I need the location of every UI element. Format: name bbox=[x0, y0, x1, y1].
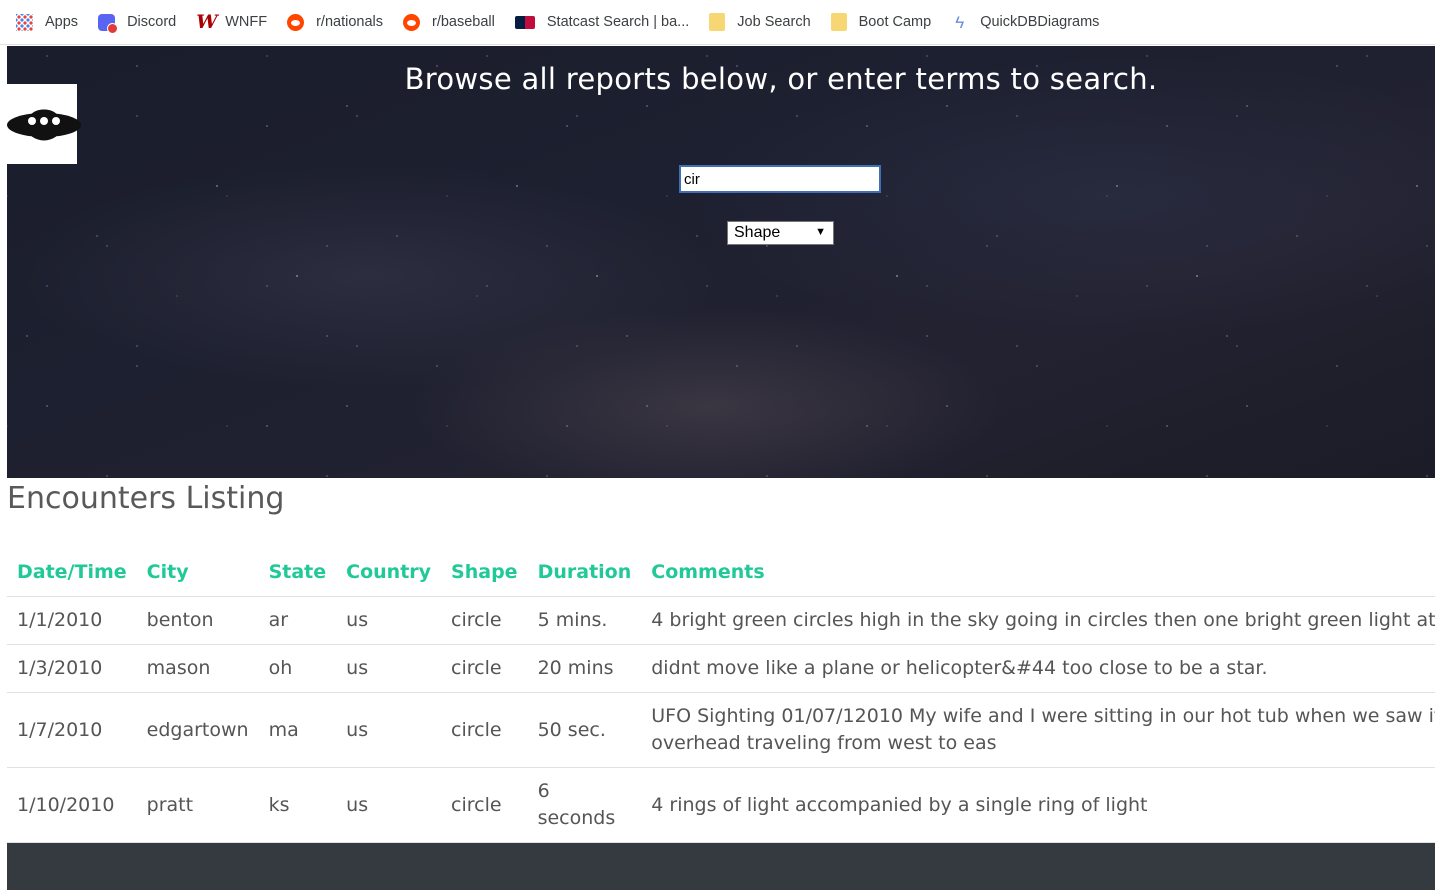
cell-duration: 5 mins. bbox=[527, 596, 642, 645]
bookmark-label: Boot Camp bbox=[858, 14, 932, 30]
bookmark-label: r/nationals bbox=[316, 14, 383, 30]
bookmark-discord[interactable]: Discord bbox=[98, 13, 177, 34]
bookmark-label: QuickDBDiagrams bbox=[980, 14, 1100, 30]
hero-title: Browse all reports below, or enter terms… bbox=[404, 62, 1158, 96]
table-header-row: Date/Time City State Country Shape Durat… bbox=[7, 548, 1435, 597]
bookmark-label: Job Search bbox=[737, 14, 811, 30]
bookmark-label: r/baseball bbox=[432, 14, 495, 30]
table-row: 1/1/2010 benton ar us circle 5 mins. 4 b… bbox=[7, 596, 1435, 645]
column-header-date: Date/Time bbox=[7, 548, 137, 597]
cell-country: us bbox=[336, 692, 442, 768]
bookmark-r-baseball[interactable]: r/baseball bbox=[403, 13, 495, 31]
starfield bbox=[7, 46, 1435, 478]
shape-filter-select[interactable]: Shape ▼ bbox=[727, 221, 834, 245]
folder-icon bbox=[830, 13, 847, 31]
bookmark-label: WNFF bbox=[225, 14, 268, 30]
folder-icon bbox=[709, 13, 726, 31]
column-header-comments: Comments bbox=[641, 548, 1435, 597]
cell-state: ma bbox=[258, 692, 337, 768]
cell-shape: circle bbox=[441, 596, 528, 645]
bookmark-label: Discord bbox=[127, 14, 177, 30]
bolt-icon: ϟ bbox=[955, 12, 965, 32]
table-row: 1/10/2010 pratt ks us circle 6 seconds 4… bbox=[7, 767, 1435, 843]
cell-date: 1/1/2010 bbox=[7, 596, 137, 645]
encounters-table: Date/Time City State Country Shape Durat… bbox=[7, 548, 1435, 843]
cell-comments: 4 bright green circles high in the sky g… bbox=[641, 596, 1435, 645]
cell-city: pratt bbox=[136, 767, 259, 843]
cell-city: benton bbox=[136, 596, 259, 645]
bookmark-r-nationals[interactable]: r/nationals bbox=[287, 13, 383, 31]
ufo-icon bbox=[7, 109, 81, 141]
cell-state: oh bbox=[258, 644, 337, 693]
column-header-country: Country bbox=[336, 548, 442, 597]
cell-shape: circle bbox=[441, 644, 528, 693]
cell-city: edgartown bbox=[136, 692, 259, 768]
bookmark-label: Apps bbox=[45, 14, 79, 30]
bookmark-quickdbdiagrams[interactable]: ϟ QuickDBDiagrams bbox=[951, 14, 1099, 31]
cell-comments: didnt move like a plane or helicopter&#4… bbox=[641, 644, 1435, 693]
reddit-icon bbox=[287, 13, 305, 31]
cell-date: 1/10/2010 bbox=[7, 767, 137, 843]
discord-icon bbox=[98, 13, 119, 34]
select-value: Shape bbox=[734, 224, 781, 241]
cell-country: us bbox=[336, 767, 442, 843]
bookmark-boot-camp[interactable]: Boot Camp bbox=[830, 13, 932, 31]
bookmark-wnff[interactable]: W WNFF bbox=[196, 10, 268, 33]
bookmark-apps[interactable]: Apps bbox=[16, 13, 79, 31]
column-header-state: State bbox=[258, 548, 337, 597]
cell-country: us bbox=[336, 644, 442, 693]
apps-icon bbox=[16, 13, 33, 31]
cell-duration: 6 seconds bbox=[527, 767, 642, 843]
cell-date: 1/3/2010 bbox=[7, 644, 137, 693]
bookmark-statcast[interactable]: Statcast Search | ba... bbox=[514, 14, 690, 30]
cell-state: ar bbox=[258, 596, 337, 645]
column-header-duration: Duration bbox=[527, 548, 642, 597]
page-footer bbox=[7, 843, 1435, 890]
site-logo[interactable] bbox=[7, 84, 81, 164]
search-input[interactable] bbox=[679, 165, 881, 193]
cell-comments: 4 rings of light accompanied by a single… bbox=[641, 767, 1435, 843]
bookmark-job-search[interactable]: Job Search bbox=[709, 13, 811, 31]
cell-shape: circle bbox=[441, 692, 528, 768]
mlb-icon bbox=[514, 15, 535, 29]
cell-city: mason bbox=[136, 644, 259, 693]
reddit-icon bbox=[403, 13, 420, 31]
cell-state: ks bbox=[258, 767, 337, 843]
listing-title: Encounters Listing bbox=[7, 481, 285, 516]
cell-comments: UFO Sighting 01/07/12010 My wife and I w… bbox=[641, 692, 1435, 768]
column-header-city: City bbox=[136, 548, 259, 597]
column-header-shape: Shape bbox=[441, 548, 528, 597]
cell-duration: 50 sec. bbox=[527, 692, 642, 768]
cell-country: us bbox=[336, 596, 442, 645]
caret-down-icon: ▼ bbox=[815, 226, 826, 238]
cell-duration: 20 mins bbox=[527, 644, 642, 693]
table-row: 1/3/2010 mason oh us circle 20 mins didn… bbox=[7, 644, 1435, 693]
cell-shape: circle bbox=[441, 767, 528, 843]
table-row: 1/7/2010 edgartown ma us circle 50 sec. … bbox=[7, 692, 1435, 768]
cell-date: 1/7/2010 bbox=[7, 692, 137, 768]
bookmark-label: Statcast Search | ba... bbox=[546, 14, 690, 30]
nationals-logo-icon: W bbox=[196, 10, 218, 33]
hero-banner: Browse all reports below, or enter terms… bbox=[7, 46, 1435, 478]
bookmarks-bar: Apps Discord W WNFF r/nationals r/baseba… bbox=[0, 0, 1435, 45]
